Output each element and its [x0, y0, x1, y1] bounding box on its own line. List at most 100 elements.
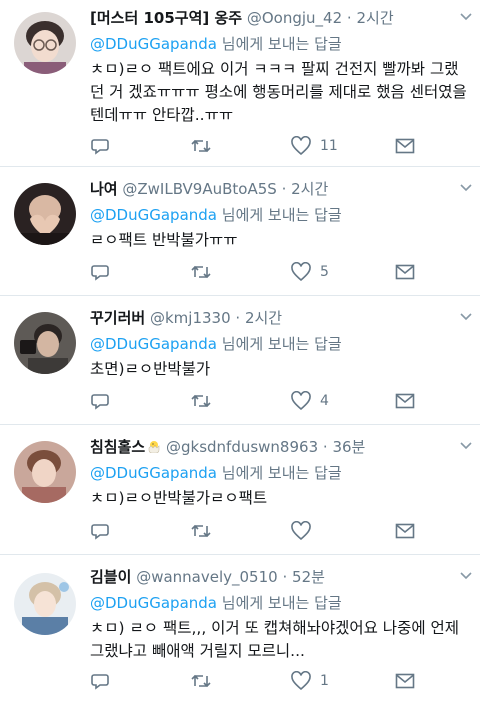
tweet[interactable]: 침침홀스 @gksdnfduswn8963 · 36분 @DDuGGapanda… [0, 425, 480, 555]
tweet-header: 침침홀스 @gksdnfduswn8963 · 36분 [90, 437, 470, 457]
mail-icon [395, 393, 415, 409]
tweet-text: ㅊㅁ)ㄹㅇ반박불가ㄹㅇ팩트 [90, 489, 268, 507]
user-handle[interactable]: @Oongju_42 [247, 9, 342, 27]
display-name[interactable]: 나여 [90, 180, 118, 198]
retweet-icon [191, 139, 211, 153]
avatar[interactable] [14, 183, 76, 245]
tweet-actions [90, 520, 420, 542]
display-name[interactable]: 김블이 [90, 568, 131, 586]
like-button[interactable]: 1 [290, 670, 329, 692]
retweet-icon [191, 524, 211, 538]
reply-icon [91, 394, 109, 410]
retweet-button[interactable] [190, 520, 212, 542]
retweet-icon [191, 265, 211, 279]
chevron-down-icon[interactable] [460, 439, 472, 451]
avatar[interactable] [14, 312, 76, 374]
mail-icon [395, 523, 415, 539]
reply-suffix: 님에게 보내는 답글 [221, 594, 342, 612]
direct-message-button[interactable] [395, 670, 415, 692]
timestamp[interactable]: 2시간 [356, 9, 393, 27]
tweet-actions: 5 [90, 261, 420, 283]
retweet-button[interactable] [190, 670, 212, 692]
like-button[interactable]: 5 [290, 261, 329, 283]
replying-to: @DDuGGapanda 님에게 보내는 답글 [90, 463, 470, 483]
heart-icon [291, 136, 311, 156]
reply-button[interactable] [90, 520, 110, 542]
timestamp[interactable]: 36분 [332, 438, 365, 456]
hatching-chick-icon [148, 441, 160, 453]
reply-icon [91, 265, 109, 281]
tweet-feed: [머스터 105구역] 옹주 @Oongju_42 · 2시간 @DDuGGap… [0, 0, 480, 707]
reply-button[interactable] [90, 670, 110, 692]
reply-button[interactable] [90, 135, 110, 157]
timestamp[interactable]: 52분 [292, 568, 325, 586]
mention-link[interactable]: @DDuGGapanda [90, 464, 217, 482]
tweet[interactable]: 김블이 @wannavely_0510 · 52분 @DDuGGapanda 님… [0, 555, 480, 707]
like-button[interactable] [290, 520, 320, 542]
tweet-header: 꾸기러버 @kmj1330 · 2시간 [90, 308, 470, 328]
tweet[interactable]: 나여 @ZwILBV9AuBtoA5S · 2시간 @DDuGGapanda 님… [0, 167, 480, 296]
display-name[interactable]: 꾸기러버 [90, 309, 145, 327]
tweet-actions: 11 [90, 135, 420, 157]
tweet-actions: 1 [90, 670, 420, 692]
chevron-down-icon[interactable] [460, 10, 472, 22]
timestamp[interactable]: 2시간 [291, 180, 328, 198]
tweet-header: 김블이 @wannavely_0510 · 52분 [90, 567, 470, 587]
tweet-text: ㄹㅇ팩트 반박불가ㅠㅠ [90, 231, 238, 249]
timestamp[interactable]: 2시간 [245, 309, 282, 327]
chevron-down-icon[interactable] [460, 310, 472, 322]
mail-icon [395, 138, 415, 154]
heart-icon [291, 391, 311, 411]
retweet-button[interactable] [190, 390, 212, 412]
avatar[interactable] [14, 441, 76, 503]
direct-message-button[interactable] [395, 261, 415, 283]
mention-link[interactable]: @DDuGGapanda [90, 35, 217, 53]
user-handle[interactable]: @kmj1330 [150, 309, 231, 327]
tweet-text: ㅊㅁ)ㄹㅇ 팩트에요 이거 ㅋㅋㅋ 팔찌 건전지 빨까봐 그랬던 거 겠죠ㅠㅠㅠ… [90, 60, 467, 124]
reply-suffix: 님에게 보내는 답글 [221, 206, 342, 224]
like-button[interactable]: 4 [290, 390, 329, 412]
reply-suffix: 님에게 보내는 답글 [221, 35, 342, 53]
chevron-down-icon[interactable] [460, 181, 472, 193]
replying-to: @DDuGGapanda 님에게 보내는 답글 [90, 334, 470, 354]
display-name[interactable]: [머스터 105구역] 옹주 [90, 9, 242, 27]
user-handle[interactable]: @ZwILBV9AuBtoA5S [122, 180, 276, 198]
like-count: 5 [320, 264, 329, 280]
direct-message-button[interactable] [395, 390, 415, 412]
avatar[interactable] [14, 12, 76, 74]
replying-to: @DDuGGapanda 님에게 보내는 답글 [90, 593, 470, 613]
separator-dot: · [281, 180, 287, 198]
mention-link[interactable]: @DDuGGapanda [90, 206, 217, 224]
tweet-actions: 4 [90, 390, 420, 412]
tweet[interactable]: 꾸기러버 @kmj1330 · 2시간 @DDuGGapanda 님에게 보내는… [0, 296, 480, 425]
like-button[interactable]: 11 [290, 135, 338, 157]
user-handle[interactable]: @gksdnfduswn8963 [166, 438, 318, 456]
like-count: 4 [320, 393, 329, 409]
heart-icon [291, 521, 311, 541]
reply-suffix: 님에게 보내는 답글 [221, 335, 342, 353]
reply-button[interactable] [90, 390, 110, 412]
direct-message-button[interactable] [395, 520, 415, 542]
tweet[interactable]: [머스터 105구역] 옹주 @Oongju_42 · 2시간 @DDuGGap… [0, 0, 480, 167]
tweet-header: [머스터 105구역] 옹주 @Oongju_42 · 2시간 [90, 8, 470, 28]
mail-icon [395, 673, 415, 689]
reply-icon [91, 674, 109, 690]
mention-link[interactable]: @DDuGGapanda [90, 594, 217, 612]
avatar[interactable] [14, 573, 76, 635]
like-count: 1 [320, 673, 329, 689]
retweet-button[interactable] [190, 261, 212, 283]
heart-icon [291, 262, 311, 282]
separator-dot: · [235, 309, 241, 327]
like-count: 11 [320, 138, 338, 154]
retweet-button[interactable] [190, 135, 212, 157]
reply-icon [91, 139, 109, 155]
mail-icon [395, 264, 415, 280]
replying-to: @DDuGGapanda 님에게 보내는 답글 [90, 205, 470, 225]
reply-button[interactable] [90, 261, 110, 283]
user-handle[interactable]: @wannavely_0510 [136, 568, 278, 586]
chevron-down-icon[interactable] [460, 569, 472, 581]
direct-message-button[interactable] [395, 135, 415, 157]
display-name[interactable]: 침침홀스 [90, 438, 145, 456]
retweet-icon [191, 674, 211, 688]
mention-link[interactable]: @DDuGGapanda [90, 335, 217, 353]
